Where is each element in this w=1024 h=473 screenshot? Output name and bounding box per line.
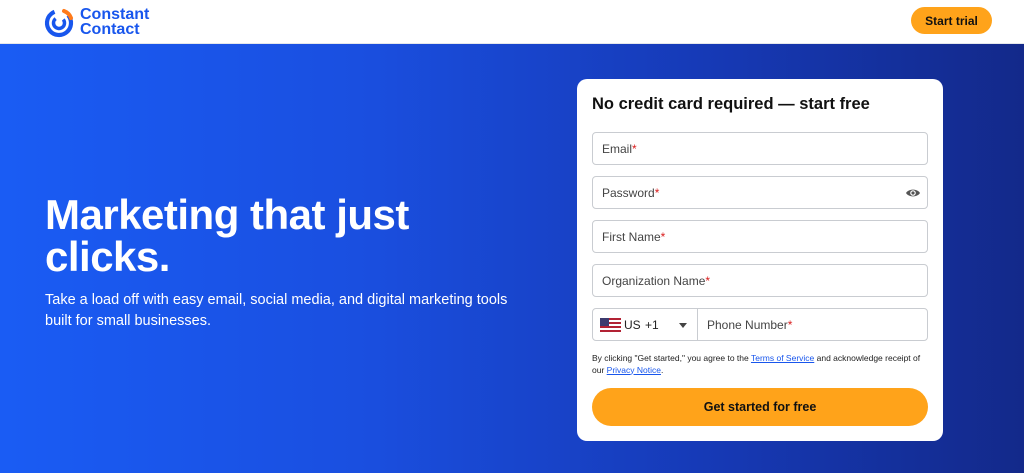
site-header: Constant Contact Start trial bbox=[0, 0, 1024, 44]
hero-headline: Marketing that just clicks. bbox=[45, 191, 409, 280]
phone-number-field[interactable]: Phone Number* bbox=[698, 309, 928, 340]
logo-line-1: Constant bbox=[80, 6, 150, 23]
phone-field-group: US +1 Phone Number* bbox=[592, 308, 928, 341]
us-flag-icon bbox=[600, 318, 621, 332]
constant-contact-logo[interactable]: Constant Contact bbox=[44, 5, 149, 39]
password-label: Password* bbox=[602, 186, 660, 200]
constant-contact-logo-icon bbox=[44, 8, 74, 38]
hero-section: Marketing that just clicks. Take a load … bbox=[0, 44, 1024, 473]
first-name-field[interactable]: First Name* bbox=[592, 220, 928, 253]
form-title: No credit card required — start free bbox=[592, 95, 870, 113]
required-marker: * bbox=[654, 186, 660, 200]
password-field[interactable]: Password* bbox=[592, 176, 928, 209]
required-marker: * bbox=[705, 274, 711, 288]
privacy-notice-link[interactable]: Privacy Notice bbox=[607, 365, 661, 375]
phone-number-label: Phone Number* bbox=[707, 318, 793, 332]
organization-name-label: Organization Name* bbox=[602, 274, 711, 288]
logo-line-2: Contact bbox=[80, 21, 140, 38]
get-started-button[interactable]: Get started for free bbox=[592, 388, 928, 426]
signup-form-card: No credit card required — start free Ema… bbox=[577, 79, 943, 441]
logo-wordmark: Constant Contact bbox=[80, 6, 150, 38]
terms-of-service-link[interactable]: Terms of Service bbox=[751, 353, 814, 363]
start-trial-button[interactable]: Start trial bbox=[911, 7, 992, 34]
email-label: Email* bbox=[602, 142, 637, 156]
required-marker: * bbox=[660, 230, 666, 244]
country-code-select[interactable]: US +1 bbox=[593, 309, 697, 340]
dial-code: +1 bbox=[645, 318, 659, 332]
hero-subtext: Take a load off with easy email, social … bbox=[45, 292, 508, 329]
chevron-down-icon bbox=[679, 323, 687, 328]
organization-name-field[interactable]: Organization Name* bbox=[592, 264, 928, 297]
eye-icon[interactable] bbox=[905, 185, 921, 201]
required-marker: * bbox=[632, 142, 637, 156]
required-marker: * bbox=[787, 318, 793, 332]
first-name-label: First Name* bbox=[602, 230, 666, 244]
legal-disclaimer: By clicking "Get started," you agree to … bbox=[592, 353, 921, 375]
email-field[interactable]: Email* bbox=[592, 132, 928, 165]
country-code: US bbox=[624, 318, 641, 332]
